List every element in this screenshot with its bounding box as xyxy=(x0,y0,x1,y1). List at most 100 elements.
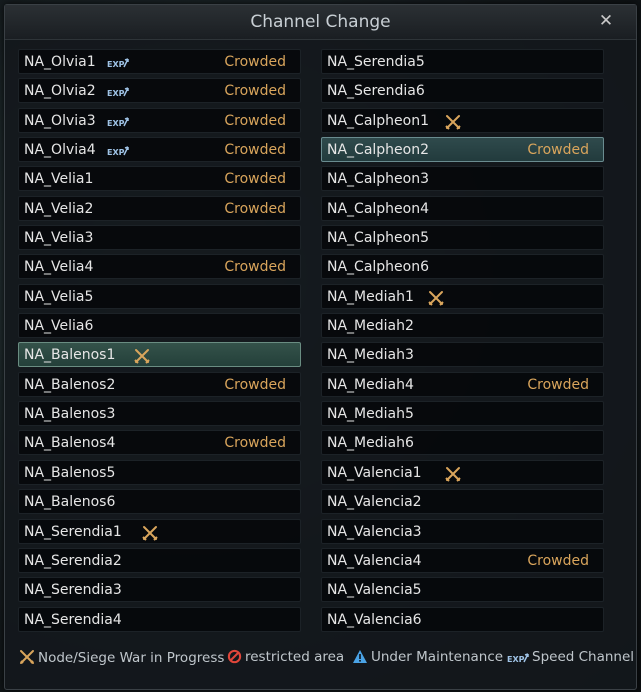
channel-name: NA_Valencia4 xyxy=(327,552,422,569)
channel-row[interactable]: NA_Velia4 Crowded xyxy=(18,254,301,280)
legend-maintenance-label: Under Maintenance xyxy=(371,649,504,665)
channel-name: NA_Balenos1 xyxy=(24,347,116,364)
channel-row[interactable]: NA_Velia3 xyxy=(18,225,301,251)
channel-row[interactable]: NA_Calpheon6 xyxy=(321,254,604,280)
warning-triangle-icon xyxy=(353,650,367,663)
channel-row[interactable]: NA_Mediah5 xyxy=(321,401,604,427)
channel-name: NA_Calpheon2 xyxy=(327,142,430,159)
channel-name: NA_Calpheon6 xyxy=(327,259,430,276)
channel-name: NA_Serendia6 xyxy=(327,83,425,100)
legend-speed-label: Speed Channel xyxy=(532,649,635,665)
exp-icon: EXP xyxy=(507,653,529,664)
crossed-swords-icon xyxy=(142,525,158,541)
channel-status: Crowded xyxy=(224,142,286,159)
close-icon[interactable]: ✕ xyxy=(596,11,616,31)
channel-status: Crowded xyxy=(224,259,286,276)
channel-name: NA_Velia2 xyxy=(24,200,94,217)
channel-name: NA_Serendia4 xyxy=(24,611,122,628)
legend-restricted-label: restricted area xyxy=(245,649,345,665)
channel-row[interactable]: NA_Valencia3 xyxy=(321,518,604,544)
channel-row[interactable]: NA_Mediah1 xyxy=(321,283,604,309)
svg-text:EXP: EXP xyxy=(507,655,525,664)
channel-name: NA_Serendia3 xyxy=(24,582,122,599)
channel-name: NA_Calpheon3 xyxy=(327,171,430,188)
channel-row[interactable]: NA_Velia6 xyxy=(18,313,301,339)
channel-name: NA_Valencia2 xyxy=(327,494,422,511)
exp-icon: EXP xyxy=(107,58,129,69)
channel-row[interactable]: NA_Calpheon4 xyxy=(321,195,604,221)
channel-row[interactable]: NA_Valencia4 Crowded xyxy=(321,547,604,573)
channel-name: NA_Serendia1 xyxy=(24,523,122,540)
channel-name: NA_Olvia2 xyxy=(24,83,96,100)
channel-row[interactable]: NA_Serendia4 xyxy=(18,606,301,632)
channel-row[interactable]: NA_Serendia2 xyxy=(18,547,301,573)
channel-status: Crowded xyxy=(224,54,286,70)
channel-status: Crowded xyxy=(224,200,286,217)
channel-name: NA_Velia3 xyxy=(24,230,94,247)
channel-name: NA_Olvia1 xyxy=(24,54,96,70)
channel-row[interactable]: NA_Calpheon2 Crowded xyxy=(321,137,604,163)
title-bar: Channel Change ✕ xyxy=(5,5,636,40)
channel-status: Crowded xyxy=(224,376,286,393)
channel-row[interactable]: NA_Balenos6 xyxy=(18,489,301,515)
channel-row[interactable]: NA_Velia5 xyxy=(18,283,301,309)
window-title: Channel Change xyxy=(250,12,391,32)
channel-name: NA_Valencia6 xyxy=(327,611,422,628)
channel-status: Crowded xyxy=(224,83,286,100)
channel-row[interactable]: NA_Serendia6 xyxy=(321,78,604,104)
channel-row[interactable]: NA_Valencia6 xyxy=(321,606,604,632)
channel-name: NA_Balenos4 xyxy=(24,435,116,452)
channel-name: NA_Velia4 xyxy=(24,259,94,276)
channel-row[interactable]: NA_Valencia2 xyxy=(321,489,604,515)
channel-row[interactable]: NA_Balenos3 xyxy=(18,401,301,427)
legend-war: Node/Siege War in Progress xyxy=(19,649,224,666)
exp-icon: EXP xyxy=(107,87,129,98)
crossed-swords-icon xyxy=(445,114,461,130)
channel-row[interactable]: NA_Velia2 Crowded xyxy=(18,195,301,221)
channel-row[interactable]: NA_Valencia1 xyxy=(321,459,604,485)
channel-row[interactable]: NA_Velia1 Crowded xyxy=(18,166,301,192)
channel-row[interactable]: NA_Valencia5 xyxy=(321,577,604,603)
crossed-swords-icon xyxy=(428,290,444,306)
svg-text:EXP: EXP xyxy=(107,89,125,98)
channel-status: Crowded xyxy=(224,435,286,452)
channel-row[interactable]: NA_Mediah3 xyxy=(321,342,604,368)
channel-name: NA_Balenos3 xyxy=(24,406,116,423)
channel-name: NA_Calpheon1 xyxy=(327,112,430,129)
channel-name: NA_Velia6 xyxy=(24,318,94,335)
channel-row[interactable]: NA_Mediah2 xyxy=(321,313,604,339)
channel-row[interactable]: NA_Mediah6 xyxy=(321,430,604,456)
channel-name: NA_Olvia3 xyxy=(24,112,96,129)
channel-row[interactable]: NA_Olvia4 EXP Crowded xyxy=(18,137,301,163)
exp-icon: EXP xyxy=(107,116,129,128)
legend-speed: EXP Speed Channel xyxy=(507,649,634,665)
channel-row[interactable]: NA_Balenos4 Crowded xyxy=(18,430,301,456)
channel-row[interactable]: NA_Calpheon5 xyxy=(321,225,604,251)
channel-list-left: NA_Olvia1 EXP Crowded NA_Olvia2 EXP Crowded NA… xyxy=(18,49,301,636)
channel-row[interactable]: NA_Serendia3 xyxy=(18,577,301,603)
channel-row[interactable]: NA_Serendia1 xyxy=(18,518,301,544)
channel-status: Crowded xyxy=(527,376,589,393)
channel-row[interactable]: NA_Balenos2 Crowded xyxy=(18,371,301,397)
prohibited-icon xyxy=(227,649,242,664)
channel-name: NA_Mediah4 xyxy=(327,376,414,393)
channel-row[interactable]: NA_Mediah4 Crowded xyxy=(321,371,604,397)
channel-name: NA_Velia5 xyxy=(24,288,94,305)
exp-icon: EXP xyxy=(107,146,129,157)
channel-name: NA_Mediah5 xyxy=(327,406,414,423)
channel-name: NA_Calpheon5 xyxy=(327,230,430,247)
legend: Node/Siege War in Progress restricted ar… xyxy=(5,643,636,673)
channel-name: NA_Mediah6 xyxy=(327,435,414,452)
channel-row[interactable]: NA_Olvia3 EXP Crowded xyxy=(18,107,301,133)
channel-row[interactable]: NA_Olvia2 EXP Crowded xyxy=(18,78,301,104)
channel-name: NA_Serendia2 xyxy=(24,552,122,569)
channel-row[interactable]: NA_Olvia1 EXP Crowded xyxy=(18,49,301,74)
channel-name: NA_Balenos5 xyxy=(24,464,116,481)
channel-row[interactable]: NA_Calpheon3 xyxy=(321,166,604,192)
crossed-swords-icon xyxy=(20,650,34,664)
channel-row[interactable]: NA_Balenos5 xyxy=(18,459,301,485)
channel-row[interactable]: NA_Balenos1 xyxy=(18,342,301,368)
channel-row[interactable]: NA_Serendia5 xyxy=(321,49,604,74)
channel-row[interactable]: NA_Calpheon1 xyxy=(321,107,604,133)
channel-name: NA_Mediah2 xyxy=(327,318,414,335)
